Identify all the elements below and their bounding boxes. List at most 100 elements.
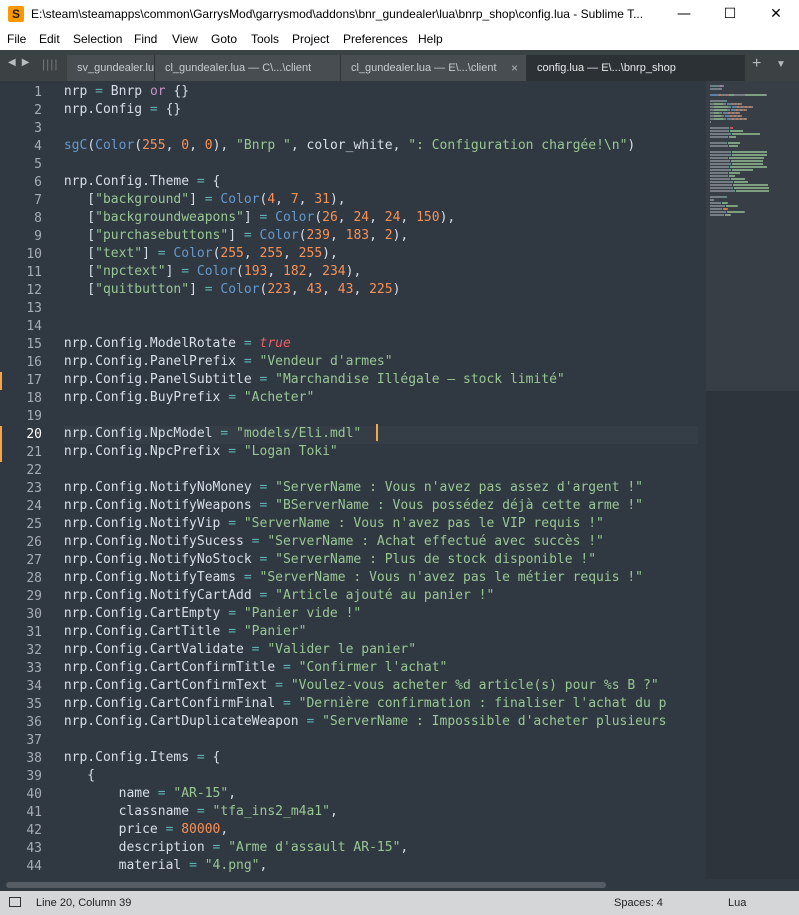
menu-tools[interactable]: Tools — [251, 32, 279, 46]
code-line[interactable]: Bnrp = Bnrp or {} — [64, 84, 189, 102]
code-line[interactable]: Bnrp.Config.NotifyTeams = "ServerName : … — [64, 570, 643, 588]
code-token: 150 — [416, 210, 440, 225]
code-line[interactable]: ["purchasebuttons"] = Color(239, 183, 2)… — [64, 228, 408, 246]
minimap-viewport[interactable] — [706, 81, 799, 391]
code-token: Bnrp.Config.NotifyCartAdd — [64, 588, 260, 603]
code-line[interactable]: Bnrp.Config.ModelRotate = true — [64, 336, 291, 354]
code-line[interactable]: Bnrp.Config.Theme = { — [64, 174, 220, 192]
modified-line-marker — [0, 444, 2, 462]
code-line[interactable]: { — [64, 768, 95, 786]
close-window-button[interactable]: ✕ — [753, 0, 799, 30]
code-line[interactable]: ["quitbutton"] = Color(223, 43, 43, 225) — [64, 282, 400, 300]
line-number: 6 — [34, 175, 42, 190]
code-token: description — [64, 840, 213, 855]
menu-help[interactable]: Help — [418, 32, 443, 46]
code-token: = — [282, 660, 291, 675]
code-token: 239 — [306, 228, 330, 243]
tab-list-chevron-down-icon[interactable]: ▼ — [776, 59, 786, 70]
code-line[interactable]: Bnrp.Config.Items = { — [64, 750, 220, 768]
maximize-button[interactable]: ☐ — [707, 0, 753, 30]
code-line[interactable]: Bnrp.Config.CartConfirmText = "Voulez-vo… — [64, 678, 659, 696]
code-token: 255 — [298, 246, 323, 261]
tab-cl-gundealer-e[interactable]: cl_gundealer.lua — E\...\client × — [341, 55, 527, 81]
code-token: Bnrp.Config.NotifyNoStock — [64, 552, 260, 567]
code-token: "Panier vide !" — [243, 606, 362, 621]
code-line[interactable]: Bnrp.Config.CartConfirmFinal = "Dernière… — [64, 696, 667, 714]
code-token: "models/Eli.mdl" — [236, 426, 362, 441]
code-token: Bnrp.Config.PanelPrefix — [64, 354, 244, 369]
code-line[interactable]: material = "4.png", — [64, 858, 268, 876]
code-line[interactable]: Bnrp.Config.PanelPrefix = "Vendeur d'arm… — [64, 354, 393, 372]
minimap[interactable] — [706, 81, 799, 879]
code-line[interactable]: Bnrp.Config.CartEmpty = "Panier vide !" — [64, 606, 361, 624]
code-line[interactable]: Bnrp.Config.CartValidate = "Valider le p… — [64, 642, 416, 660]
code-line[interactable]: Bnrp.Config.NotifySucess = "ServerName :… — [64, 534, 604, 552]
code-token: , — [400, 840, 409, 855]
tab-sv-gundealer[interactable]: sv_gundealer.lua — [67, 55, 155, 81]
title-bar: S E:\steam\steamapps\common\GarrysMod\ga… — [0, 0, 799, 30]
code-line[interactable]: ["background"] = Color(4, 7, 31), — [64, 192, 345, 210]
code-line[interactable]: classname = "tfa_ins2_m4a1", — [64, 804, 338, 822]
tab-cl-gundealer-c[interactable]: cl_gundealer.lua — C\...\client — [155, 55, 341, 81]
code-line[interactable]: Bnrp.Config.NotifyCartAdd = "Article ajo… — [64, 588, 494, 606]
menu-selection[interactable]: Selection — [73, 32, 122, 46]
panel-toggle-icon[interactable] — [9, 897, 21, 907]
line-number: 28 — [26, 571, 42, 586]
code-token: Bnrp.Config.CartDuplicateWeapon — [64, 714, 307, 729]
code-area[interactable]: Bnrp = Bnrp or {}Bnrp.Config = {} MsgC(Co… — [64, 81, 706, 879]
code-line[interactable]: Bnrp.Config.NotifyVip = "ServerName : Vo… — [64, 516, 604, 534]
code-line[interactable]: ["npctext"] = Color(193, 182, 234), — [64, 264, 361, 282]
menu-view[interactable]: View — [172, 32, 198, 46]
menu-edit[interactable]: Edit — [39, 32, 60, 46]
tab-config-lua[interactable]: config.lua — E\...\bnrp_shop — [527, 55, 745, 81]
tab-close-icon[interactable]: × — [511, 55, 518, 81]
syntax-selector[interactable]: Lua — [728, 897, 746, 909]
code-token: , — [353, 282, 370, 297]
code-line[interactable]: Bnrp.Config.CartDuplicateWeapon = "Serve… — [64, 714, 666, 732]
modified-line-marker — [0, 372, 2, 390]
status-bar: Line 20, Column 39 Spaces: 4 Lua — [0, 891, 799, 915]
horizontal-scrollbar[interactable] — [0, 879, 799, 891]
code-token: 43 — [337, 282, 354, 297]
code-editor[interactable]: 1 2 3 4 5 6 7 8 9 10 11 12 13 14 15 16 17 18 19 20 21 22 23 24 2… — [0, 81, 799, 879]
horizontal-scrollbar-thumb[interactable] — [6, 882, 606, 888]
code-token: , — [306, 264, 323, 279]
code-line[interactable]: Bnrp.Config.CartConfirmTitle = "Confirme… — [64, 660, 447, 678]
code-line[interactable]: Bnrp.Config.NotifyNoMoney = "ServerName … — [64, 480, 643, 498]
code-line[interactable]: Bnrp.Config.NotifyNoStock = "ServerName … — [64, 552, 596, 570]
menu-project[interactable]: Project — [292, 32, 329, 46]
code-line[interactable]: Bnrp.Config.NpcModel = "models/Eli.mdl" — [64, 426, 698, 444]
code-line[interactable]: Bnrp.Config.CartTitle = "Panier" — [64, 624, 306, 642]
code-token: Color — [275, 210, 315, 225]
menu-find[interactable]: Find — [134, 32, 157, 46]
line-number: 35 — [26, 697, 42, 712]
code-token: true — [259, 336, 291, 351]
code-line[interactable]: description = "Arme d'assault AR-15", — [64, 840, 409, 858]
code-token: Bnrp.Config.NotifyVip — [64, 516, 229, 531]
code-line[interactable]: ["backgroundweapons"] = Color(26, 24, 24… — [64, 210, 455, 228]
code-line[interactable]: MsgC(Color(255, 0, 0), "Bnrp ", color_wh… — [64, 138, 635, 156]
code-line[interactable]: Bnrp.Config.PanelSubtitle = "Marchandise… — [64, 372, 565, 390]
code-line[interactable]: Bnrp.Config.BuyPrefix = "Acheter" — [64, 390, 314, 408]
menu-goto[interactable]: Goto — [211, 32, 237, 46]
code-token: Bnrp.Config.NotifyNoMoney — [64, 480, 260, 495]
code-line[interactable]: Bnrp.Config.NpcPrefix = "Logan Toki" — [64, 444, 338, 462]
code-line[interactable]: name = "AR-15", — [64, 786, 236, 804]
tab-navigation-arrows-icon[interactable]: ◀▶ — [8, 57, 35, 68]
code-line[interactable]: Bnrp.Config = {} — [64, 102, 181, 120]
indentation-setting[interactable]: Spaces: 4 — [614, 897, 663, 909]
code-line[interactable]: ["text"] = Color(255, 255, 255), — [64, 246, 338, 264]
line-number: 10 — [26, 247, 42, 262]
menu-preferences[interactable]: Preferences — [343, 32, 408, 46]
code-token: "Confirmer l'achat" — [298, 660, 448, 675]
code-token: Bnrp.Config.CartValidate — [64, 642, 252, 657]
new-tab-plus-icon[interactable]: + — [752, 55, 761, 73]
code-line[interactable]: price = 80000, — [64, 822, 229, 840]
code-line[interactable]: Bnrp.Config.NotifyWeapons = "BServerName… — [64, 498, 643, 516]
menu-file[interactable]: File — [7, 32, 26, 46]
minimize-button[interactable]: — — [661, 0, 707, 30]
line-number: 14 — [26, 319, 42, 334]
